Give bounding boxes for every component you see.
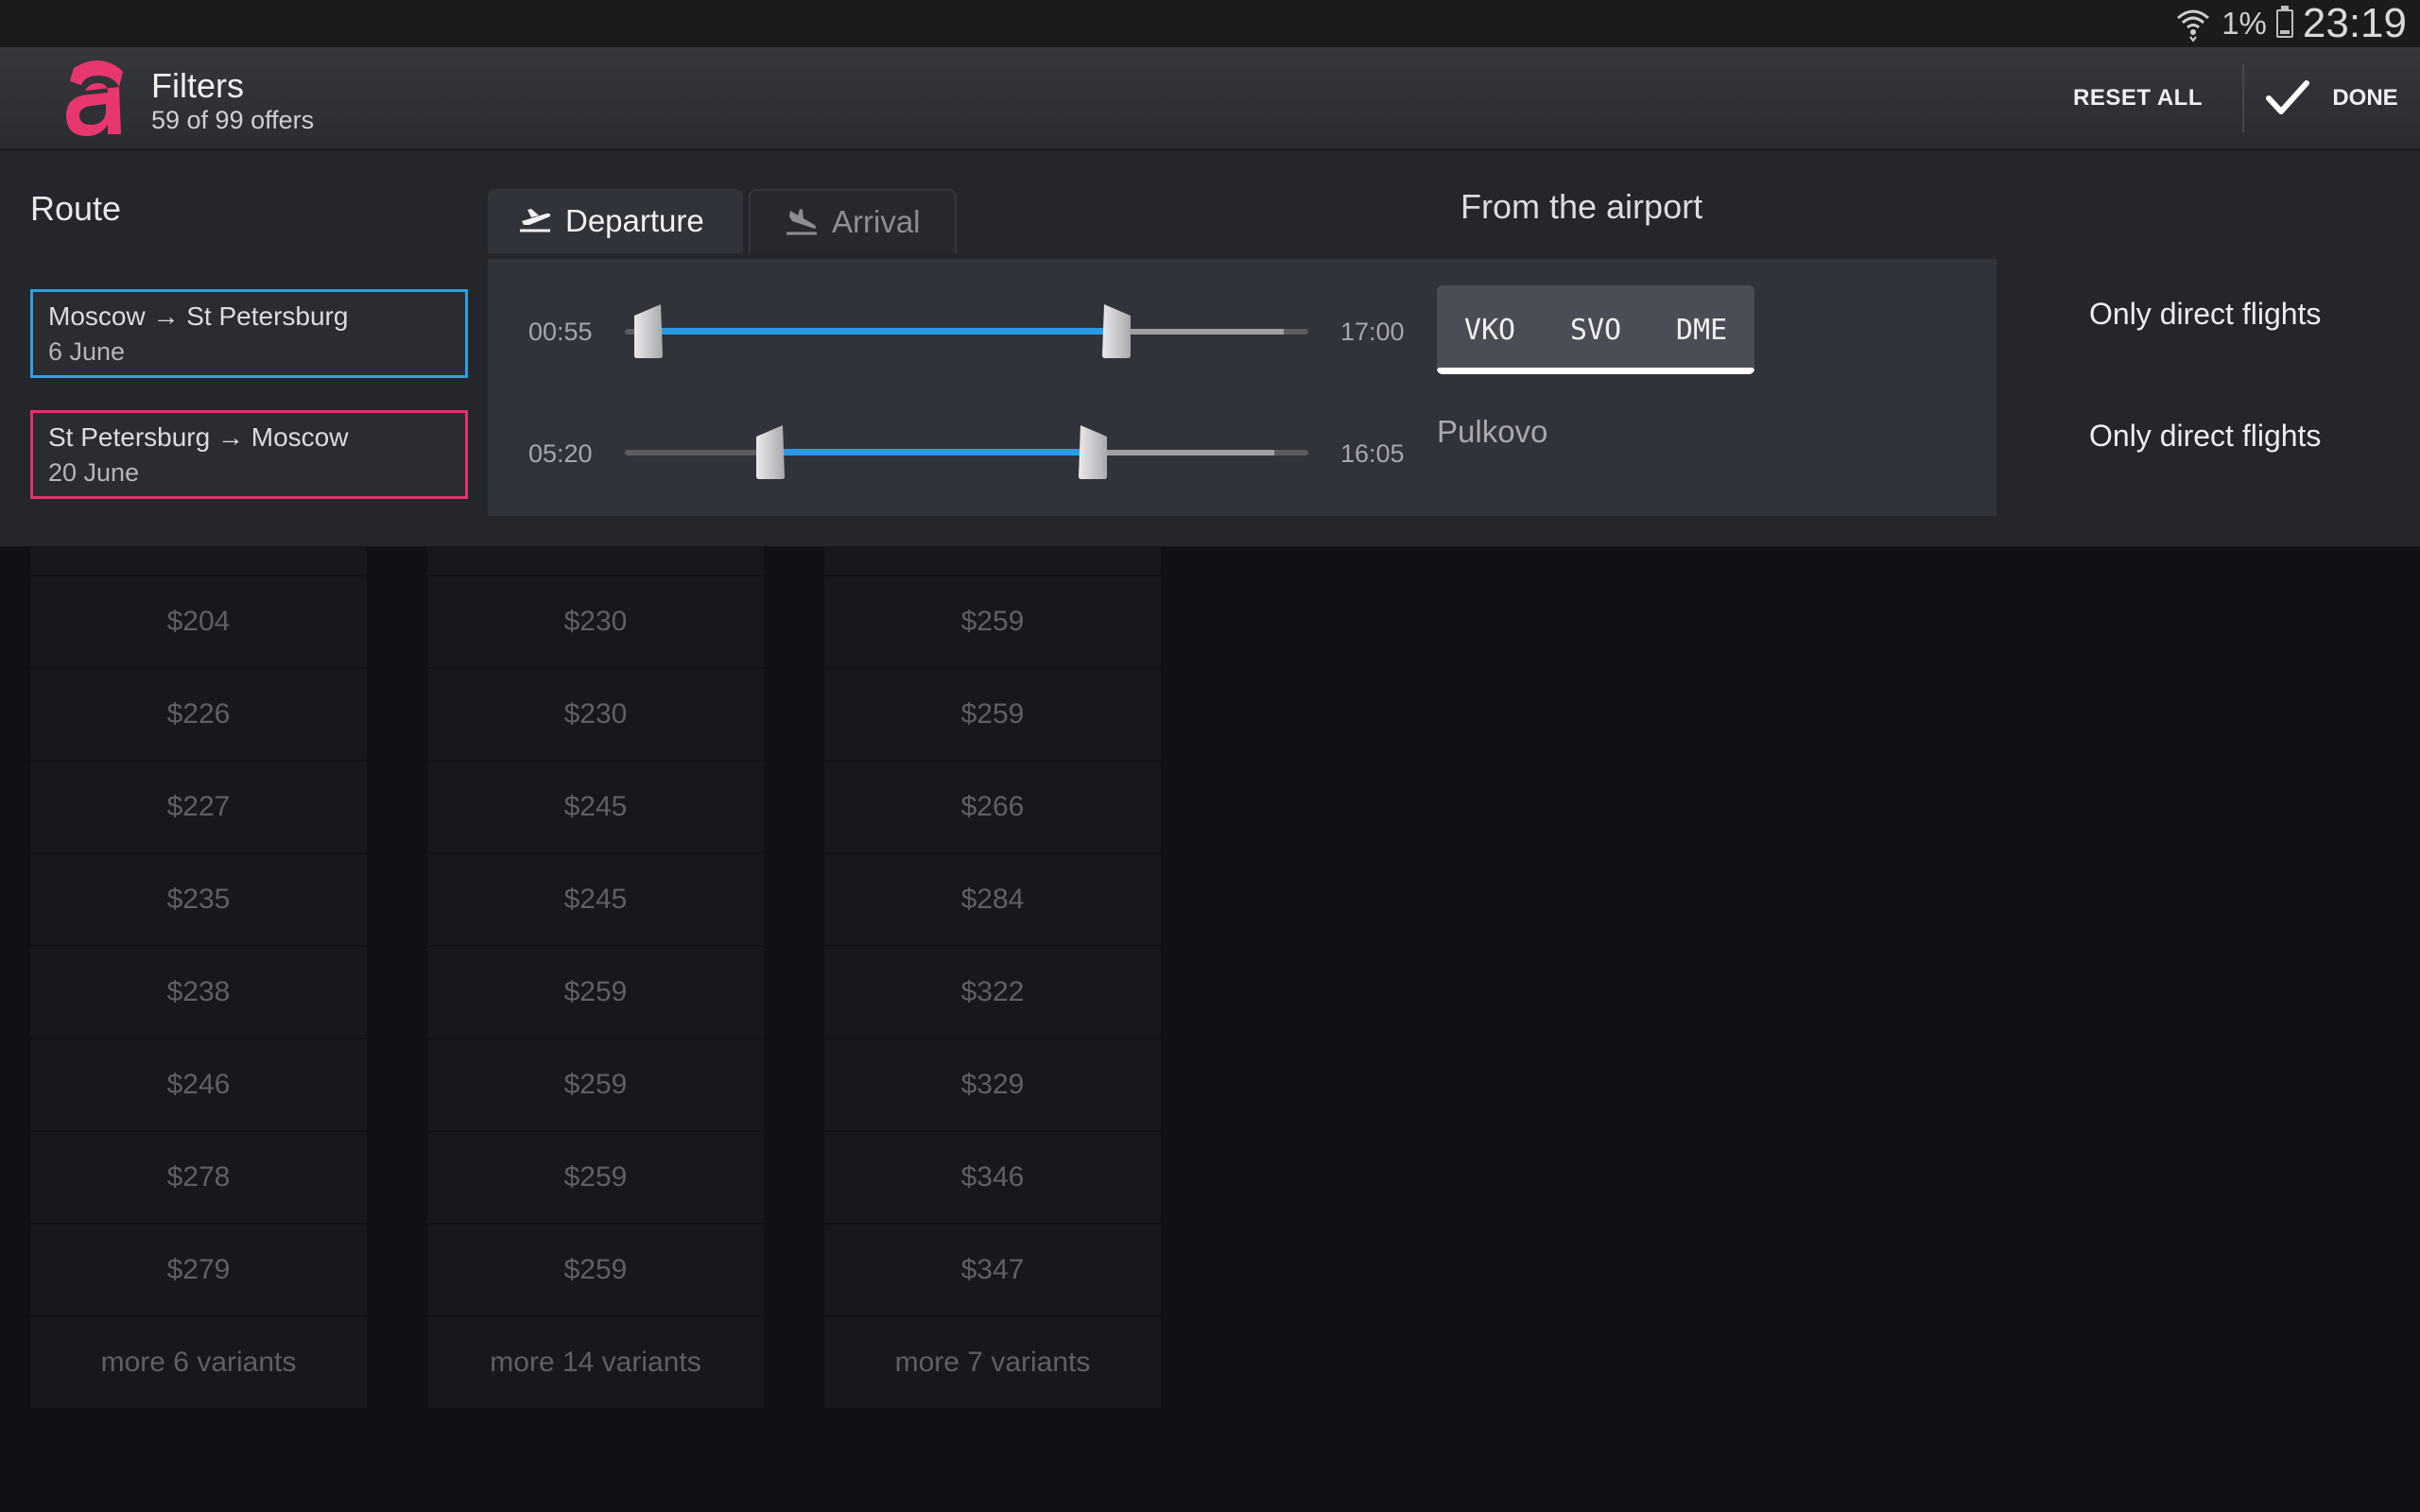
route-label: Route	[30, 189, 122, 228]
price-column: $259 $259 $266 $284 $322 $329 $346 $347 …	[824, 546, 1161, 1410]
price-cell	[427, 546, 764, 575]
slider-handle-start[interactable]	[632, 302, 665, 359]
app-logo-icon[interactable]	[60, 59, 134, 140]
plane-takeoff-icon	[520, 209, 551, 232]
clock: 23:19	[2302, 0, 2407, 46]
slider-track-range	[1093, 450, 1274, 455]
slider-track-range	[1116, 329, 1284, 335]
airport-option-vko[interactable]: VKO	[1437, 285, 1543, 374]
slider-min-label: 05:20	[528, 439, 593, 468]
price-cell[interactable]: $278	[30, 1132, 367, 1223]
airport-option-dme[interactable]: DME	[1649, 285, 1754, 374]
price-column: $204 $226 $227 $235 $238 $246 $278 $279 …	[30, 546, 367, 1410]
price-cell[interactable]: $204	[30, 576, 367, 667]
route-outbound[interactable]: Moscow → St Petersburg 6 June	[30, 289, 468, 378]
slider-max-label: 16:05	[1340, 439, 1405, 468]
action-bar: Filters 59 of 99 offers RESET ALL DONE	[0, 47, 2420, 151]
price-cell[interactable]: $238	[30, 947, 367, 1038]
route-return[interactable]: St Petersburg → Moscow 20 June	[30, 410, 468, 499]
price-cell	[824, 546, 1161, 575]
departure-airport-selector: VKO SVO DME	[1437, 285, 1754, 374]
price-cell[interactable]: $259	[824, 669, 1161, 760]
slider-selected-range	[769, 449, 1093, 455]
route-cities: Moscow → St Petersburg	[48, 301, 349, 331]
price-cell[interactable]: $245	[427, 762, 764, 852]
price-cell[interactable]: $230	[427, 669, 764, 760]
battery-icon	[2275, 6, 2293, 38]
slider-min-label: 00:55	[528, 318, 593, 346]
price-cell[interactable]: $230	[427, 576, 764, 667]
direct-flights-toggle[interactable]: Only direct flights	[2089, 419, 2321, 454]
status-bar: 1% 23:19	[0, 0, 2420, 47]
price-cell[interactable]: $279	[30, 1225, 367, 1315]
done-button[interactable]: DONE	[2244, 47, 2420, 148]
price-cell[interactable]: $266	[824, 762, 1161, 852]
more-variants-button[interactable]: more 7 variants	[824, 1317, 1161, 1408]
price-column: $230 $230 $245 $245 $259 $259 $259 $259 …	[427, 546, 764, 1410]
slider-handle-end[interactable]	[1077, 423, 1109, 480]
slider-handle-end[interactable]	[1100, 302, 1132, 359]
price-cell[interactable]: $284	[824, 854, 1161, 945]
tab-departure[interactable]: Departure	[488, 189, 743, 253]
route-date: 6 June	[48, 337, 126, 366]
price-cell[interactable]: $259	[427, 1040, 764, 1130]
more-variants-button[interactable]: more 6 variants	[30, 1317, 367, 1408]
price-cell[interactable]: $226	[30, 669, 367, 760]
tab-label: Arrival	[832, 204, 921, 239]
reset-all-label: RESET ALL	[2073, 84, 2203, 111]
battery-percent: 1%	[2221, 6, 2267, 41]
airport-option-svo[interactable]: SVO	[1543, 285, 1649, 374]
price-cell[interactable]: $227	[30, 762, 367, 852]
slider-handle-start[interactable]	[754, 423, 786, 480]
offers-count: 59 of 99 offers	[151, 106, 315, 134]
price-cell	[30, 546, 367, 575]
price-cell[interactable]: $259	[427, 1132, 764, 1223]
wifi-icon	[2177, 9, 2210, 43]
price-cell[interactable]: $245	[427, 854, 764, 945]
price-cell[interactable]: $347	[824, 1225, 1161, 1315]
tab-label: Departure	[565, 203, 704, 238]
selected-underline	[1437, 368, 1754, 374]
checkmark-icon	[2266, 79, 2310, 114]
price-cell[interactable]: $329	[824, 1040, 1161, 1130]
from-airport-label: From the airport	[1461, 187, 1703, 226]
page-title: Filters	[151, 66, 244, 105]
price-cell[interactable]: $235	[30, 854, 367, 945]
price-cell[interactable]: $246	[30, 1040, 367, 1130]
filter-panel: Route Moscow → St Petersburg 6 June St P…	[0, 151, 2420, 546]
direct-flights-toggle[interactable]: Only direct flights	[2089, 297, 2321, 332]
done-label: DONE	[2332, 84, 2398, 111]
plane-landing-icon	[786, 209, 817, 235]
route-date: 20 June	[48, 458, 140, 487]
price-cell[interactable]: $322	[824, 947, 1161, 1038]
price-cell[interactable]: $259	[427, 1225, 764, 1315]
more-variants-button[interactable]: more 14 variants	[427, 1317, 764, 1408]
slider-selected-range	[648, 328, 1116, 335]
arrival-airport-label: Pulkovo	[1437, 414, 1548, 449]
price-cell[interactable]: $346	[824, 1132, 1161, 1223]
price-cell[interactable]: $259	[427, 947, 764, 1038]
slider-max-label: 17:00	[1340, 318, 1405, 346]
price-cell[interactable]: $259	[824, 576, 1161, 667]
time-filter-box: 00:55 17:00 VKO SVO DME 05:20 16:05 Pulk…	[488, 259, 1996, 516]
route-cities: St Petersburg → Moscow	[48, 422, 349, 452]
tab-arrival[interactable]: Arrival	[749, 189, 957, 253]
reset-all-button[interactable]: RESET ALL	[2045, 47, 2231, 148]
